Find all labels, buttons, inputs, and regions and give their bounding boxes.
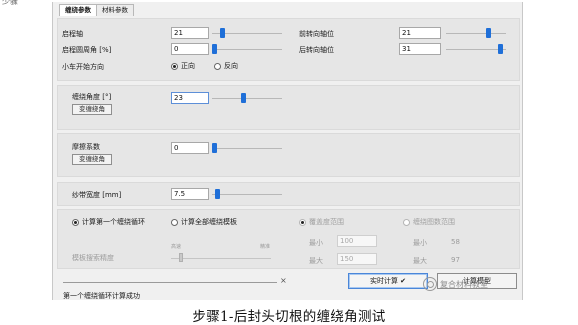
- cov-max-label: 最大: [309, 257, 323, 265]
- calc-all-patterns-label: 计算全部缠绕模板: [181, 218, 237, 226]
- friction-slider[interactable]: [212, 142, 282, 154]
- rear-axis-field[interactable]: 31: [399, 43, 441, 55]
- radio-dot-icon: [171, 218, 178, 226]
- tape-width-slider[interactable]: [212, 188, 282, 200]
- tab-material-params[interactable]: 材料参数: [96, 4, 134, 16]
- calc-all-patterns-radio[interactable]: 计算全部缠绕模板: [171, 217, 237, 227]
- cov-min-label: 最小: [309, 239, 323, 247]
- winding-angle-field[interactable]: 23: [171, 92, 209, 104]
- friction-label: 摩擦系数: [72, 143, 100, 151]
- tape-width-panel: 纱带宽度 [mm] 7.5: [57, 182, 520, 206]
- radio-dot-icon: [299, 218, 306, 226]
- progress-bar: [63, 282, 277, 283]
- cov-min-field[interactable]: 100: [337, 235, 377, 247]
- watermark-text: 复合材料教室: [440, 279, 488, 289]
- calc-first-cycle-radio[interactable]: 计算第一个缠绕循环: [72, 217, 145, 227]
- change-winding-angle-button[interactable]: 变缠绕角: [72, 104, 112, 115]
- corner-text: 少骤: [2, 0, 18, 6]
- figure-caption: 步骤1-后封头切根的缠绕角测试: [192, 309, 386, 325]
- radio-dot-icon: [171, 62, 178, 70]
- close-icon[interactable]: ×: [280, 276, 287, 285]
- pat-min-value: 58: [451, 238, 460, 246]
- winding-angle-slider[interactable]: [212, 92, 282, 104]
- axis-panel: 启程轴 21 启程圆周角 [%] 0 小车开始方向 正向 反向 前转向轴位 21…: [57, 18, 520, 81]
- rear-axis-label: 后转向轴位: [299, 46, 334, 54]
- tab-winding-params[interactable]: 缠绕参数: [59, 4, 97, 16]
- precision-label: 模板搜索精度: [72, 254, 114, 262]
- range-covered-radio[interactable]: 覆盖度范围: [299, 217, 344, 227]
- precision-slider-track[interactable]: [171, 258, 271, 259]
- calc-first-cycle-label: 计算第一个缠绕循环: [82, 218, 145, 226]
- range-covered-label: 覆盖度范围: [309, 218, 344, 226]
- start-axis-field[interactable]: 21: [171, 27, 209, 39]
- parameter-window: 缠绕参数 材料参数 启程轴 21 启程圆周角 [%] 0 小车开始方向 正向 反…: [52, 2, 523, 300]
- pat-max-value: 97: [451, 256, 460, 264]
- rear-axis-slider[interactable]: [446, 43, 506, 55]
- winding-angle-panel: 缠绕角度 [°] 变缠绕角 23: [57, 85, 520, 130]
- tape-width-field[interactable]: 7.5: [171, 188, 209, 200]
- front-axis-label: 前转向轴位: [299, 30, 334, 38]
- wechat-logo-icon: [423, 277, 437, 291]
- direction-forward-radio[interactable]: 正向: [171, 61, 195, 71]
- tape-width-label: 纱带宽度 [mm]: [72, 191, 122, 199]
- change-friction-button[interactable]: 变缠绕角: [72, 154, 112, 165]
- direction-reverse-radio[interactable]: 反向: [214, 61, 238, 71]
- friction-panel: 摩擦系数 变缠绕角 0: [57, 133, 520, 177]
- pat-max-label: 最大: [413, 257, 427, 265]
- calculation-panel: 计算第一个缠绕循环 计算全部缠绕模板 高速 精准 模板搜索精度 覆盖度范围 缠绕…: [57, 209, 520, 269]
- direction-label: 小车开始方向: [62, 63, 104, 71]
- start-axis-slider[interactable]: [212, 27, 282, 39]
- tab-bar: 缠绕参数 材料参数: [59, 4, 134, 16]
- front-axis-field[interactable]: 21: [399, 27, 441, 39]
- pat-min-label: 最小: [413, 239, 427, 247]
- winding-angle-label: 缠绕角度 [°]: [72, 93, 112, 101]
- precision-high-label: 精准: [260, 244, 271, 250]
- start-angle-field[interactable]: 0: [171, 43, 209, 55]
- status-text: 第一个缠绕循环计算成功: [63, 292, 140, 300]
- precision-slider-thumb[interactable]: [179, 253, 183, 262]
- range-pattern-radio[interactable]: 缠绕图数范围: [403, 217, 455, 227]
- front-axis-slider[interactable]: [446, 27, 506, 39]
- precision-low-label: 高速: [171, 244, 182, 250]
- start-angle-slider[interactable]: [212, 43, 282, 55]
- realtime-calc-button[interactable]: 实时计算 ✔: [348, 273, 428, 289]
- start-axis-label: 启程轴: [62, 30, 83, 38]
- range-pattern-label: 缠绕图数范围: [413, 218, 455, 226]
- watermark: 复合材料教室: [423, 277, 488, 291]
- radio-dot-icon: [403, 218, 410, 226]
- radio-dot-icon: [214, 62, 221, 70]
- direction-forward-label: 正向: [181, 62, 195, 70]
- direction-reverse-label: 反向: [224, 62, 238, 70]
- friction-field[interactable]: 0: [171, 142, 209, 154]
- radio-dot-icon: [72, 218, 79, 226]
- cov-max-field[interactable]: 150: [337, 253, 377, 265]
- start-angle-label: 启程圆周角 [%]: [62, 46, 112, 54]
